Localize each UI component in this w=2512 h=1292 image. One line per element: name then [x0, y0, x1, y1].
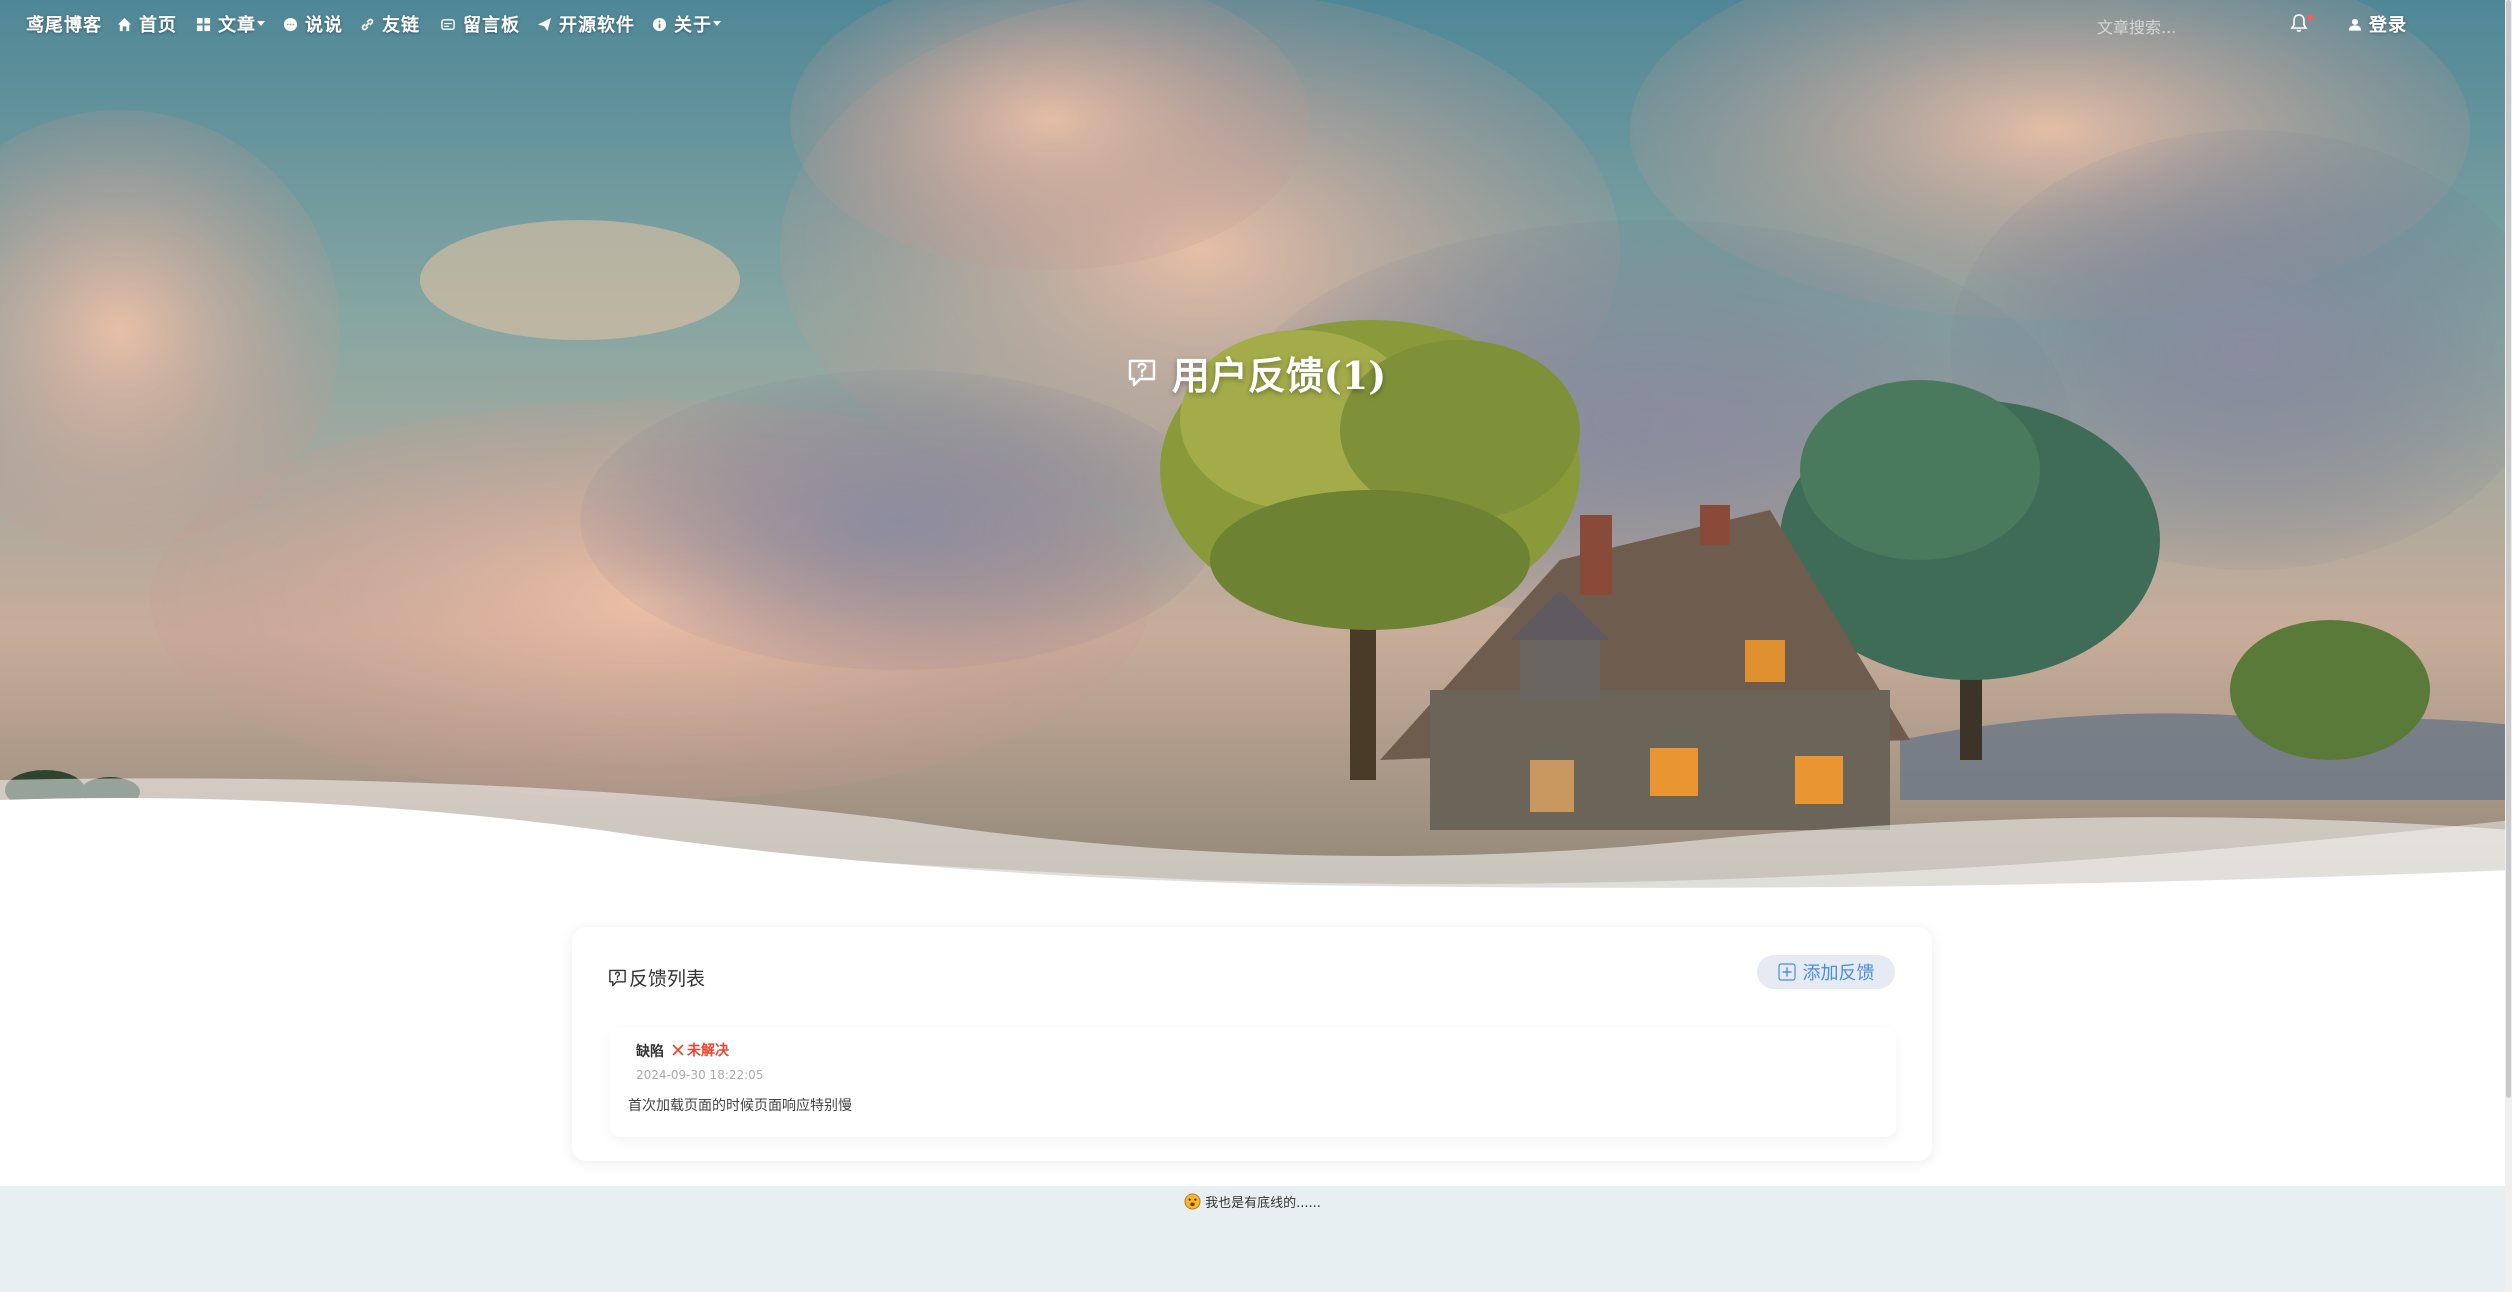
close-icon [672, 1044, 684, 1056]
feedback-list-card: 反馈列表 添加反馈 缺陷 未解决 2024-09-30 18:22:05 首次加… [572, 927, 1932, 1161]
footer: 我也是有底线的...... [0, 1186, 2505, 1292]
feedback-question-icon [609, 969, 626, 986]
add-feedback-label: 添加反馈 [1802, 963, 1875, 984]
feedback-date: 2024-09-30 18:22:05 [636, 1068, 764, 1082]
search-input[interactable] [2095, 12, 2259, 42]
feedback-type: 缺陷 [636, 1044, 664, 1060]
nav-item-links[interactable]: 友链 [360, 10, 420, 38]
plus-icon [1777, 963, 1796, 981]
chat-bubble-icon [283, 17, 298, 31]
top-navigation: 鸢尾博客 首页 文章 说说 友链 留言板 开源软件 关于 文章搜索... 登录 [0, 0, 2512, 50]
nav-item-guestbook[interactable]: 留言板 [440, 10, 520, 38]
grid-icon [196, 17, 211, 31]
login-label: 登录 [2369, 15, 2407, 36]
page-title: 用户反馈(1) [0, 345, 2512, 400]
message-board-icon [441, 18, 455, 30]
nav-item-talks[interactable]: 说说 [283, 10, 343, 38]
page: 鸢尾博客 首页 文章 说说 友链 留言板 开源软件 关于 文章搜索... 登录 … [0, 0, 2512, 1292]
feedback-item[interactable]: 缺陷 未解决 2024-09-30 18:22:05 首次加载页面的时候页面响应… [610, 1027, 1896, 1137]
nav-item-label: 关于 [674, 15, 712, 36]
scrollbar-thumb[interactable] [2506, 0, 2511, 1098]
info-icon [652, 17, 667, 31]
nav-item-label: 开源软件 [559, 15, 635, 36]
notification-dot [2307, 15, 2313, 21]
nav-item-label: 友链 [382, 15, 420, 36]
footer-text: 我也是有底线的...... [1205, 1195, 1321, 1211]
hero-wave-divider [0, 778, 2512, 905]
caret-down-icon [257, 21, 265, 26]
nav-item-label: 留言板 [463, 15, 520, 36]
nav-item-open-source[interactable]: 开源软件 [537, 10, 635, 38]
emoji-icon [1184, 1192, 1201, 1210]
page-title-text: 用户反馈(1) [1171, 353, 1387, 398]
nav-item-home[interactable]: 首页 [117, 10, 177, 38]
paper-plane-icon [537, 17, 552, 31]
nav-item-label: 首页 [139, 15, 177, 36]
feedback-question-icon [1128, 359, 1155, 386]
feedback-list-title: 反馈列表 [629, 968, 706, 990]
feedback-status-badge: 未解决 [672, 1040, 729, 1060]
caret-down-icon [713, 21, 721, 26]
bell-icon[interactable] [2290, 13, 2308, 33]
nav-item-about[interactable]: 关于 [652, 10, 721, 38]
feedback-list-header: 反馈列表 [608, 964, 705, 991]
user-icon [2348, 18, 2362, 31]
add-feedback-button[interactable]: 添加反馈 [1757, 955, 1895, 989]
footer-end-notice: 我也是有底线的...... [0, 1186, 2505, 1216]
feedback-status-label: 未解决 [687, 1043, 729, 1059]
brand-logo[interactable]: 鸢尾博客 [26, 10, 102, 38]
feedback-content: 首次加载页面的时候页面响应特别慢 [628, 1098, 852, 1114]
nav-item-label: 文章 [218, 15, 256, 36]
brand-name: 鸢尾博客 [26, 15, 102, 36]
nav-item-articles[interactable]: 文章 [196, 10, 265, 38]
nav-item-label: 说说 [305, 15, 343, 36]
home-icon [117, 17, 132, 31]
link-icon [361, 18, 374, 30]
login-button[interactable]: 登录 [2348, 10, 2407, 38]
